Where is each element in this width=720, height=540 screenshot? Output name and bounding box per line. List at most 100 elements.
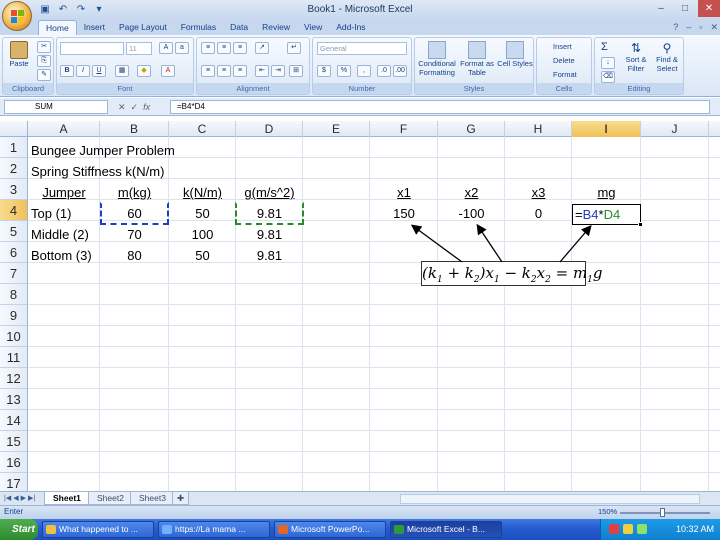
cell-a1[interactable]: Bungee Jumper Problem xyxy=(31,140,175,161)
row-header[interactable]: 17 xyxy=(0,473,28,491)
task-item[interactable]: Microsoft PowerPo... xyxy=(274,521,386,538)
tab-review[interactable]: Review xyxy=(255,20,297,35)
font-size-combo[interactable]: 11 xyxy=(126,42,152,55)
delete-cells-button[interactable]: Delete xyxy=(553,56,575,65)
task-item[interactable]: What happened to ... xyxy=(42,521,154,538)
merge-center-icon[interactable]: ⊞ xyxy=(289,65,303,77)
tab-view[interactable]: View xyxy=(297,20,329,35)
comma-button[interactable]: , xyxy=(357,65,371,77)
task-item-active[interactable]: Microsoft Excel - B... xyxy=(390,521,502,538)
tab-data[interactable]: Data xyxy=(223,20,255,35)
formula-input[interactable]: =B4*D4 xyxy=(170,100,710,114)
workbook-minimize-icon[interactable]: – xyxy=(686,20,691,35)
fill-icon[interactable]: ↓ xyxy=(601,57,615,69)
align-top-icon[interactable]: ≡ xyxy=(201,42,215,54)
tab-home[interactable]: Home xyxy=(38,20,77,35)
paste-button[interactable]: Paste xyxy=(8,41,30,71)
autosum-button[interactable]: Σ xyxy=(601,41,608,53)
row-header[interactable]: 16 xyxy=(0,452,28,473)
align-bottom-icon[interactable]: ≡ xyxy=(233,42,247,54)
cell-d5[interactable]: 9.81 xyxy=(236,224,303,245)
tab-page-layout[interactable]: Page Layout xyxy=(112,20,174,35)
number-format-combo[interactable]: General xyxy=(317,42,407,55)
font-name-combo[interactable] xyxy=(60,42,124,55)
row-header[interactable]: 9 xyxy=(0,305,28,326)
bold-icon[interactable]: B xyxy=(60,65,74,77)
column-header[interactable]: G xyxy=(438,121,505,137)
close-button[interactable]: ✕ xyxy=(698,0,720,17)
align-middle-icon[interactable]: ≡ xyxy=(217,42,231,54)
sort-filter-button[interactable]: ⇅ Sort & Filter xyxy=(621,41,651,73)
prev-sheet-icon[interactable]: ◀ xyxy=(13,493,18,505)
row-header[interactable]: 15 xyxy=(0,431,28,452)
tab-insert[interactable]: Insert xyxy=(77,20,112,35)
column-header[interactable]: H xyxy=(505,121,572,137)
column-header[interactable]: D xyxy=(236,121,303,137)
conditional-formatting-button[interactable]: Conditional Formatting xyxy=(417,41,457,77)
name-box[interactable]: SUM xyxy=(4,100,108,114)
cell-b3[interactable]: m(kg) xyxy=(100,182,169,203)
cancel-icon[interactable]: ✕ xyxy=(118,100,126,114)
clear-icon[interactable]: ⌫ xyxy=(601,71,615,83)
cell-a4[interactable]: Top (1) xyxy=(31,203,71,224)
tray-shield-icon[interactable] xyxy=(609,524,619,534)
help-icon[interactable]: ? xyxy=(673,20,678,35)
cell-c3[interactable]: k(N/m) xyxy=(169,182,236,203)
insert-sheet-icon[interactable]: ✚ xyxy=(172,492,190,505)
row-header[interactable]: 1 xyxy=(0,137,28,158)
fill-handle[interactable] xyxy=(638,222,643,227)
cell-c6[interactable]: 50 xyxy=(169,245,236,266)
currency-button[interactable]: $ xyxy=(317,65,331,77)
italic-icon[interactable]: I xyxy=(76,65,90,77)
cell-g4[interactable]: -100 xyxy=(438,203,505,224)
row-header[interactable]: 7 xyxy=(0,263,28,284)
underline-icon[interactable]: U xyxy=(92,65,106,77)
select-all-corner[interactable] xyxy=(0,121,28,137)
cell-f3[interactable]: x1 xyxy=(370,182,438,203)
row-header[interactable]: 14 xyxy=(0,410,28,431)
cell-c5[interactable]: 100 xyxy=(169,224,236,245)
insert-function-icon[interactable]: fx xyxy=(143,100,150,114)
first-sheet-icon[interactable]: |◀ xyxy=(4,493,11,505)
insert-cells-button[interactable]: Insert xyxy=(553,42,572,51)
font-color-icon[interactable]: A xyxy=(161,65,175,77)
grow-font-icon[interactable]: A xyxy=(159,42,173,54)
orientation-icon[interactable]: ↗ xyxy=(255,42,269,54)
column-header[interactable]: A xyxy=(28,121,100,137)
cut-icon[interactable]: ✂ xyxy=(37,41,51,53)
column-header[interactable]: F xyxy=(370,121,438,137)
format-painter-icon[interactable]: ✎ xyxy=(37,69,51,81)
column-header[interactable]: B xyxy=(100,121,169,137)
row-header[interactable]: 8 xyxy=(0,284,28,305)
percent-button[interactable]: % xyxy=(337,65,351,77)
start-button[interactable]: Start xyxy=(0,519,38,540)
workbook-close-icon[interactable]: ✕ xyxy=(710,20,718,35)
zoom-slider-thumb[interactable] xyxy=(660,508,665,517)
zoom-level[interactable]: 150% xyxy=(598,507,617,516)
row-header[interactable]: 5 xyxy=(0,221,28,242)
cell-g3[interactable]: x2 xyxy=(438,182,505,203)
format-cells-button[interactable]: Format xyxy=(553,70,577,79)
horizontal-scrollbar[interactable] xyxy=(400,494,700,504)
cell-a2[interactable]: Spring Stiffness k(N/m) xyxy=(31,161,164,182)
row-header[interactable]: 2 xyxy=(0,158,28,179)
office-button[interactable] xyxy=(2,1,32,31)
align-left-icon[interactable]: ≡ xyxy=(201,65,215,77)
row-header[interactable]: 10 xyxy=(0,326,28,347)
align-center-icon[interactable]: ≡ xyxy=(217,65,231,77)
shrink-font-icon[interactable]: a xyxy=(175,42,189,54)
cell-f4[interactable]: 150 xyxy=(370,203,438,224)
row-header-selected[interactable]: 4 xyxy=(0,200,28,221)
cell-b6[interactable]: 80 xyxy=(100,245,169,266)
borders-icon[interactable]: ▦ xyxy=(115,65,129,77)
cell-c4[interactable]: 50 xyxy=(169,203,236,224)
cell-a5[interactable]: Middle (2) xyxy=(31,224,89,245)
decrease-indent-icon[interactable]: ⇤ xyxy=(255,65,269,77)
cell-a6[interactable]: Bottom (3) xyxy=(31,245,92,266)
copy-icon[interactable]: ⎘ xyxy=(37,55,51,67)
tray-volume-icon[interactable] xyxy=(637,524,647,534)
row-header[interactable]: 11 xyxy=(0,347,28,368)
fill-color-icon[interactable]: ◆ xyxy=(137,65,151,77)
sheet-tab-sheet1[interactable]: Sheet1 xyxy=(44,492,90,505)
align-right-icon[interactable]: ≡ xyxy=(233,65,247,77)
